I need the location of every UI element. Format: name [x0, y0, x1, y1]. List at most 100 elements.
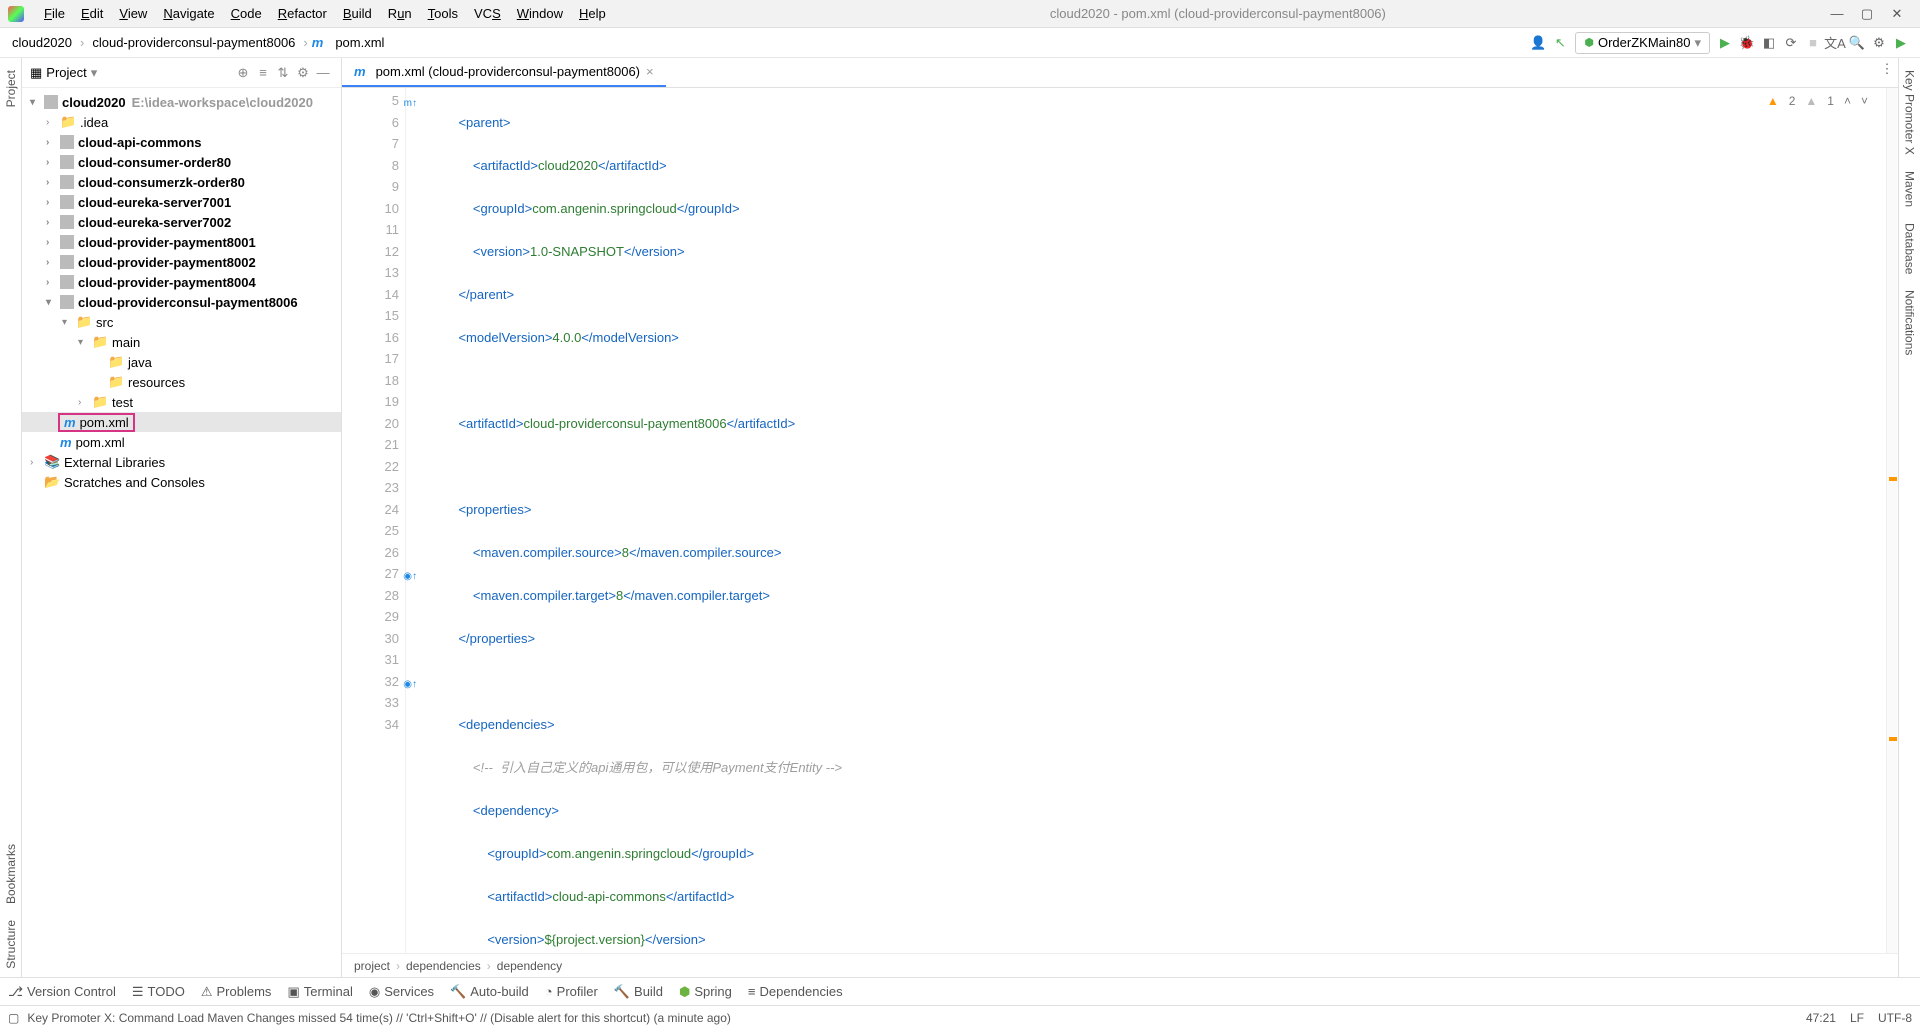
left-tab-structure[interactable]: Structure	[2, 912, 20, 977]
tw-profiler[interactable]: ◔Profiler	[545, 984, 598, 999]
tw-auto-build[interactable]: 🔨Auto-build	[450, 984, 529, 1000]
settings-icon[interactable]: ⚙	[1868, 32, 1890, 54]
tree-folder-test[interactable]: ›📁test	[22, 392, 341, 412]
right-tab-maven[interactable]: Maven	[1901, 163, 1919, 215]
project-panel-title[interactable]: Project	[46, 65, 86, 80]
maximize-icon[interactable]: ▢	[1852, 6, 1882, 22]
menu-help[interactable]: Help	[571, 6, 614, 21]
maven-file-icon: m	[354, 64, 366, 79]
breadcrumb-module[interactable]: cloud-providerconsul-payment8006	[88, 33, 299, 52]
menu-tools[interactable]: Tools	[420, 6, 466, 21]
tw-spring[interactable]: ⬢Spring	[679, 984, 732, 1000]
right-tab-database[interactable]: Database	[1901, 215, 1919, 282]
project-tree[interactable]: ▾cloud2020E:\idea-workspace\cloud2020 ›📁…	[22, 88, 341, 977]
editor-crumb[interactable]: project	[354, 959, 390, 973]
menu-navigate[interactable]: Navigate	[155, 6, 222, 21]
menu-edit[interactable]: Edit	[73, 6, 111, 21]
translate-icon[interactable]: 文A	[1824, 32, 1846, 54]
build-icon: 🔨	[614, 984, 630, 1000]
close-tab-icon[interactable]: ×	[646, 64, 654, 79]
tw-services[interactable]: ◉Services	[369, 984, 434, 1000]
status-encoding[interactable]: UTF-8	[1878, 1011, 1912, 1025]
tree-module[interactable]: ›cloud-eureka-server7001	[22, 192, 341, 212]
menu-vcs[interactable]: VCS	[466, 6, 509, 21]
tree-module[interactable]: ›cloud-consumerzk-order80	[22, 172, 341, 192]
right-tab-notifications[interactable]: Notifications	[1901, 282, 1919, 363]
menu-file[interactable]: File	[36, 6, 73, 21]
gutter-marker-icon[interactable]: ◉↑	[403, 566, 417, 588]
tree-external-libraries[interactable]: ›📚External Libraries	[22, 452, 341, 472]
tw-problems[interactable]: ⚠Problems	[201, 984, 272, 1000]
dependencies-icon: ≡	[748, 984, 756, 999]
stop-icon[interactable]: ■	[1802, 32, 1824, 54]
left-tab-project[interactable]: Project	[2, 62, 20, 115]
tree-folder-idea[interactable]: ›📁.idea	[22, 112, 341, 132]
menu-code[interactable]: Code	[223, 6, 270, 21]
tree-scratches[interactable]: 📂Scratches and Consoles	[22, 472, 341, 492]
tw-dependencies[interactable]: ≡Dependencies	[748, 984, 843, 999]
tree-file-pom-selected[interactable]: mpom.xml	[22, 412, 341, 432]
gear-icon[interactable]: ⚙	[293, 65, 313, 81]
code-editor[interactable]: <parent> <artifactId>cloud2020</artifact…	[406, 88, 1886, 953]
minimize-icon[interactable]: —	[1822, 6, 1852, 21]
tree-file-pom[interactable]: mpom.xml	[22, 432, 341, 452]
run-icon[interactable]: ▶	[1714, 32, 1736, 54]
tree-module[interactable]: ›cloud-consumer-order80	[22, 152, 341, 172]
left-tab-bookmarks[interactable]: Bookmarks	[2, 836, 20, 912]
coverage-icon[interactable]: ◧	[1758, 32, 1780, 54]
close-icon[interactable]: ✕	[1882, 6, 1912, 22]
editor-scrollbar[interactable]	[1886, 88, 1898, 953]
editor-body[interactable]: 5 m↑ 6789 10111213 14151617 18192021 222…	[342, 88, 1898, 953]
tree-folder-java[interactable]: 📁java	[22, 352, 341, 372]
gutter-marker-icon[interactable]: ◉↑	[403, 674, 417, 696]
tree-folder-main[interactable]: ▾📁main	[22, 332, 341, 352]
menu-window[interactable]: Window	[509, 6, 571, 21]
breadcrumb-root[interactable]: cloud2020	[8, 33, 76, 52]
next-highlight-icon[interactable]: ˅	[1861, 94, 1868, 108]
chevron-down-icon[interactable]: ▾	[91, 65, 98, 81]
hide-panel-icon[interactable]: —	[313, 65, 333, 80]
menu-run[interactable]: Run	[380, 6, 420, 21]
menu-view[interactable]: View	[111, 6, 155, 21]
menu-refactor[interactable]: Refactor	[270, 6, 335, 21]
breadcrumb-file[interactable]: pom.xml	[331, 33, 388, 52]
editor-tab-active[interactable]: m pom.xml (cloud-providerconsul-payment8…	[342, 58, 666, 87]
tw-todo[interactable]: ☰TODO	[132, 984, 185, 1000]
search-icon[interactable]: 🔍	[1846, 32, 1868, 54]
tree-module-expanded[interactable]: ▾cloud-providerconsul-payment8006	[22, 292, 341, 312]
select-opened-file-icon[interactable]: ⊕	[233, 65, 253, 81]
run-configuration-selector[interactable]: ⬢ OrderZKMain80 ▾	[1575, 32, 1710, 54]
tw-version-control[interactable]: ⎇Version Control	[8, 984, 116, 1000]
expand-all-icon[interactable]: ≡	[253, 65, 273, 80]
back-icon[interactable]: ↖	[1549, 32, 1571, 54]
tree-folder-resources[interactable]: 📁resources	[22, 372, 341, 392]
prev-highlight-icon[interactable]: ˄	[1844, 94, 1851, 108]
editor-crumb[interactable]: dependencies	[406, 959, 481, 973]
status-line-separator[interactable]: LF	[1850, 1011, 1864, 1025]
debug-icon[interactable]: 🐞	[1736, 32, 1758, 54]
status-position[interactable]: 47:21	[1806, 1011, 1836, 1025]
quick-access-icon[interactable]: ▢	[8, 1011, 19, 1025]
tw-terminal[interactable]: ▣Terminal	[287, 984, 352, 1000]
add-config-icon[interactable]: 👤	[1527, 32, 1549, 54]
inspection-badges[interactable]: ▲2 ▲1 ˄ ˅	[1767, 94, 1868, 108]
tree-module[interactable]: ›cloud-provider-payment8002	[22, 252, 341, 272]
tree-module[interactable]: ›cloud-provider-payment8001	[22, 232, 341, 252]
project-panel: ▦ Project ▾ ⊕ ≡ ⇅ ⚙ — ▾cloud2020E:\idea-…	[22, 58, 342, 977]
tree-module[interactable]: ›cloud-provider-payment8004	[22, 272, 341, 292]
weak-count: 1	[1827, 94, 1834, 108]
tree-module[interactable]: ›cloud-eureka-server7002	[22, 212, 341, 232]
tree-folder-src[interactable]: ▾📁src	[22, 312, 341, 332]
editor-crumb[interactable]: dependency	[497, 959, 562, 973]
spring-icon: ⬢	[679, 984, 690, 1000]
tree-root[interactable]: ▾cloud2020E:\idea-workspace\cloud2020	[22, 92, 341, 112]
line-gutter[interactable]: 5 m↑ 6789 10111213 14151617 18192021 222…	[342, 88, 406, 953]
tw-build[interactable]: 🔨Build	[614, 984, 663, 1000]
toolbox-icon[interactable]: ▶	[1890, 32, 1912, 54]
right-tab-key-promoter[interactable]: Key Promoter X	[1901, 62, 1919, 163]
tab-menu-icon[interactable]: ⋮	[1876, 58, 1898, 80]
tree-module[interactable]: ›cloud-api-commons	[22, 132, 341, 152]
collapse-all-icon[interactable]: ⇅	[273, 65, 293, 81]
profile-icon[interactable]: ⟳	[1780, 32, 1802, 54]
menu-build[interactable]: Build	[335, 6, 380, 21]
